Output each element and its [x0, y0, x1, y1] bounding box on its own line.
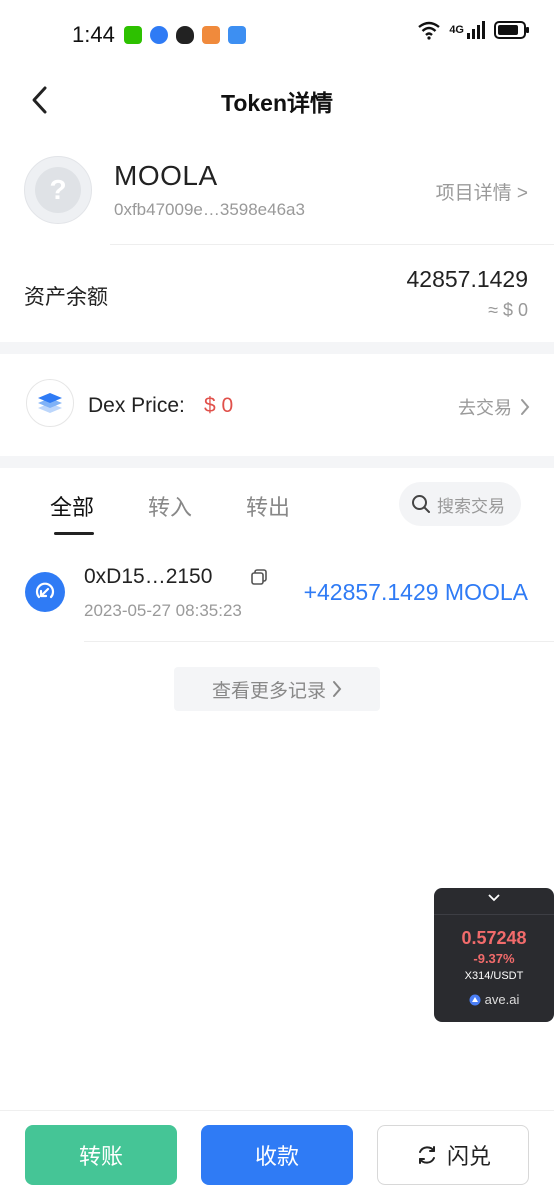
- battery-icon: [494, 21, 529, 39]
- divider: [110, 244, 554, 245]
- swap-button[interactable]: 闪兑: [377, 1125, 529, 1185]
- message-icon: [150, 26, 168, 44]
- tx-amount: +42857.1429 MOOLA: [303, 579, 528, 605]
- receive-label: 收款: [254, 1144, 299, 1169]
- status-bar: 1:44 4G: [0, 0, 554, 70]
- transfer-in-icon: [25, 572, 65, 612]
- search-placeholder: 搜索交易: [437, 496, 505, 516]
- widget-brand-label: ave.ai: [484, 992, 520, 1007]
- copy-icon[interactable]: [250, 568, 268, 586]
- balance-fiat: ≈ $ 0: [488, 300, 528, 320]
- trade-link-label: 去交易: [458, 398, 512, 418]
- dex-price-value: $ 0: [204, 394, 234, 417]
- dex-price-label: Dex Price:: [88, 394, 185, 417]
- transfer-label: 转账: [78, 1144, 123, 1169]
- swap-label: 闪兑: [446, 1144, 491, 1169]
- ave-logo-icon: [469, 994, 481, 1005]
- section-gap: [0, 456, 554, 468]
- receive-button[interactable]: 收款: [201, 1125, 353, 1185]
- balance-label: 资产余额: [24, 286, 108, 309]
- book-icon: [202, 26, 220, 44]
- widget-divider: [434, 914, 554, 915]
- widget-pair: X314/USDT: [464, 970, 524, 982]
- tab-in[interactable]: 转入: [148, 490, 192, 522]
- signal-icon: [467, 21, 485, 39]
- token-address: 0xfb47009e…3598e46a3: [114, 200, 305, 219]
- tab-all[interactable]: 全部: [50, 490, 94, 522]
- tab-underline: [54, 532, 94, 535]
- question-icon: ?: [35, 167, 81, 213]
- trade-link[interactable]: 去交易: [458, 394, 530, 420]
- qq-icon: [176, 26, 194, 44]
- view-more-label: 查看更多记录: [211, 680, 326, 702]
- swap-icon: [418, 1146, 435, 1164]
- layers-icon: [26, 379, 74, 427]
- search-icon: [412, 495, 430, 513]
- chevron-right-icon: [521, 399, 530, 415]
- widget-change: -9.37%: [473, 951, 515, 966]
- balance-amount: 42857.1429: [406, 266, 528, 292]
- widget-price: 0.57248: [461, 928, 527, 948]
- token-name: MOOLA: [114, 160, 218, 191]
- tab-out[interactable]: 转出: [246, 490, 290, 522]
- page-title: Token详情: [220, 90, 334, 116]
- floating-price-widget[interactable]: 0.57248 -9.37% X314/USDT ave.ai: [434, 888, 554, 1022]
- cloud-icon: [228, 26, 246, 44]
- chevron-right-icon: [333, 681, 342, 697]
- status-time: 1:44: [72, 22, 115, 47]
- tx-address: 0xD15…2150: [84, 565, 213, 588]
- wechat-icon: [124, 26, 142, 44]
- project-details-link[interactable]: 项目详情 >: [436, 178, 528, 205]
- wifi-icon: [418, 21, 441, 40]
- divider: [84, 641, 554, 642]
- status-indicators: 4G: [417, 20, 530, 40]
- tx-time: 2023-05-27 08:35:23: [84, 601, 242, 620]
- section-gap: [0, 342, 554, 354]
- token-avatar: ?: [24, 156, 92, 224]
- transfer-button[interactable]: 转账: [25, 1125, 177, 1185]
- view-more-records-button[interactable]: 查看更多记录: [174, 667, 380, 711]
- chevron-down-icon[interactable]: [434, 894, 554, 902]
- network-type: 4G: [449, 24, 464, 36]
- search-transactions[interactable]: 搜索交易: [399, 482, 521, 526]
- widget-brand: ave.ai: [434, 992, 554, 1007]
